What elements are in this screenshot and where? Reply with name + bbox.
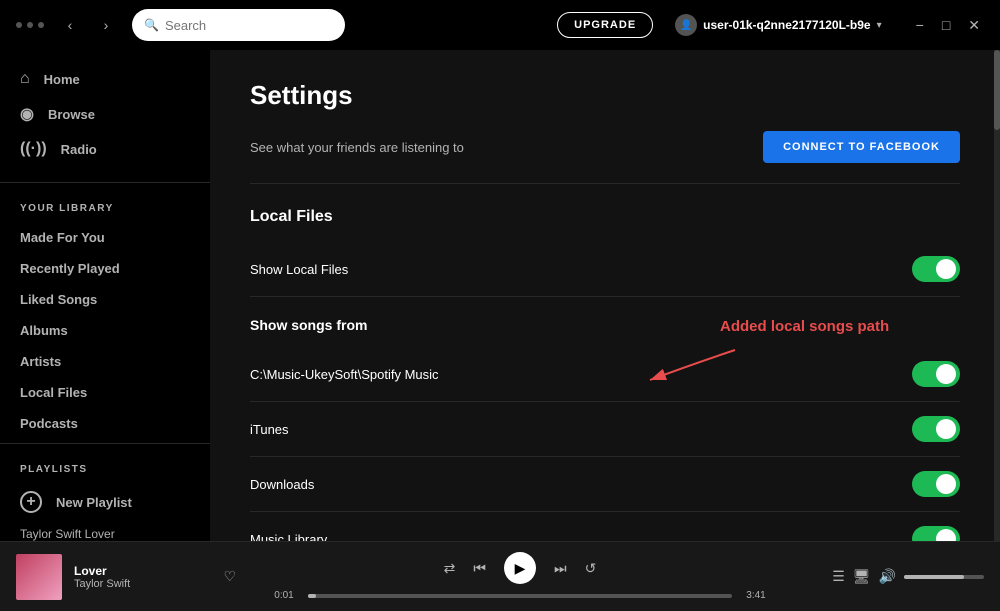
show-local-files-label: Show Local Files (250, 262, 348, 277)
source-label: C:\Music-UkeySoft\Spotify Music (250, 367, 439, 382)
local-files-heading: Local Files (250, 208, 960, 226)
play-pause-button[interactable]: ▶ (504, 552, 536, 584)
source-row-downloads: Downloads (250, 457, 960, 512)
sidebar-item-local-files[interactable]: Local Files (0, 377, 210, 408)
sidebar-item-label: Albums (20, 323, 68, 338)
sidebar-item-radio[interactable]: ((·)) Radio (0, 132, 210, 166)
sidebar-nav: ⌂ Home ◉ Browse ((·)) Radio (0, 50, 210, 178)
scrollbar-thumb[interactable] (994, 50, 1000, 130)
sidebar-item-made-for-you[interactable]: Made For You (0, 222, 210, 253)
player-track-info: Lover Taylor Swift ♡ (16, 554, 236, 600)
page-title: Settings (250, 80, 960, 111)
sidebar-item-label: Liked Songs (20, 292, 97, 307)
avatar: 👤 (675, 14, 697, 36)
sidebar-item-recently-played[interactable]: Recently Played (0, 253, 210, 284)
search-bar[interactable]: 🔍 (132, 9, 345, 41)
minimize-button[interactable]: − (912, 15, 928, 36)
player-right-controls: ☰ 🖥 🔊 (804, 568, 984, 585)
main-layout: ⌂ Home ◉ Browse ((·)) Radio YOUR LIBRARY… (0, 50, 1000, 541)
shuffle-button[interactable]: ⇄ (444, 560, 456, 577)
search-input[interactable] (165, 18, 333, 33)
sidebar: ⌂ Home ◉ Browse ((·)) Radio YOUR LIBRARY… (0, 50, 210, 541)
sidebar-item-label: Browse (48, 107, 95, 122)
show-songs-from-label: Show songs from (250, 317, 960, 333)
sidebar-playlist-taylor-swift[interactable]: Taylor Swift Lover (0, 521, 210, 541)
user-menu[interactable]: 👤 user-01k-q2nne2177120L-b9e ▾ (665, 10, 891, 40)
radio-icon: ((·)) (20, 140, 47, 158)
source-toggle-downloads[interactable] (912, 471, 960, 497)
source-toggle-music-library[interactable] (912, 526, 960, 541)
sidebar-item-liked-songs[interactable]: Liked Songs (0, 284, 210, 315)
sidebar-item-home[interactable]: ⌂ Home (0, 62, 210, 96)
sidebar-item-podcasts[interactable]: Podcasts (0, 408, 210, 439)
current-time: 0:01 (270, 590, 298, 601)
back-button[interactable]: ‹ (56, 11, 84, 39)
volume-bar[interactable] (904, 575, 984, 579)
sidebar-item-label: Made For You (20, 230, 105, 245)
playlists-section-title: PLAYLISTS (0, 448, 210, 483)
source-label-itunes: iTunes (250, 422, 289, 437)
progress-area: 0:01 3:41 (270, 590, 770, 601)
devices-button[interactable]: 🖥 (853, 568, 871, 585)
show-local-files-toggle[interactable] (912, 256, 960, 282)
new-playlist-label: New Playlist (56, 495, 132, 510)
upgrade-button[interactable]: UPGRADE (557, 12, 653, 38)
sidebar-item-label: Radio (61, 142, 97, 157)
plus-circle-icon: + (20, 491, 42, 513)
search-icon: 🔍 (144, 18, 159, 32)
close-button[interactable]: ✕ (964, 15, 984, 36)
sidebar-item-label: Home (44, 72, 80, 87)
username: user-01k-q2nne2177120L-b9e (703, 18, 870, 32)
window-controls: − □ ✕ (912, 15, 984, 36)
control-buttons: ⇄ ⏮ ▶ ⏭ ↺ (444, 552, 597, 584)
facebook-section: See what your friends are listening to C… (250, 131, 960, 184)
sidebar-item-browse[interactable]: ◉ Browse (0, 96, 210, 132)
previous-button[interactable]: ⏮ (473, 560, 486, 577)
sidebar-item-artists[interactable]: Artists (0, 346, 210, 377)
player: Lover Taylor Swift ♡ ⇄ ⏮ ▶ ⏭ ↺ 0:01 3:41… (0, 541, 1000, 611)
track-thumbnail (16, 554, 62, 600)
like-button[interactable]: ♡ (223, 568, 236, 585)
facebook-description: See what your friends are listening to (250, 140, 464, 155)
volume-icon[interactable]: 🔊 (879, 568, 896, 585)
progress-bar[interactable] (308, 594, 732, 598)
forward-button[interactable]: › (92, 11, 120, 39)
queue-button[interactable]: ☰ (832, 568, 845, 585)
scrollbar-track[interactable] (994, 50, 1000, 541)
sidebar-item-albums[interactable]: Albums (0, 315, 210, 346)
connect-facebook-button[interactable]: CONNECT TO FACEBOOK (763, 131, 960, 163)
sidebar-item-label: Podcasts (20, 416, 78, 431)
track-artist: Taylor Swift (74, 578, 211, 590)
volume-fill (904, 575, 964, 579)
library-section-title: YOUR LIBRARY (0, 187, 210, 222)
repeat-button[interactable]: ↺ (585, 560, 597, 577)
sidebar-item-label: Recently Played (20, 261, 120, 276)
track-info: Lover Taylor Swift (74, 564, 211, 590)
window-dots (16, 22, 44, 28)
total-time: 3:41 (742, 590, 770, 601)
new-playlist-button[interactable]: + New Playlist (0, 483, 210, 521)
source-label-music-library: Music Library (250, 532, 327, 542)
source-row-music-library: Music Library (250, 512, 960, 541)
source-row-custom-path: C:\Music-UkeySoft\Spotify Music (250, 347, 960, 402)
source-row-itunes: iTunes (250, 402, 960, 457)
source-toggle-itunes[interactable] (912, 416, 960, 442)
track-name: Lover (74, 564, 211, 578)
progress-fill (308, 594, 316, 598)
browse-icon: ◉ (20, 104, 34, 124)
topbar: ‹ › 🔍 UPGRADE 👤 user-01k-q2nne2177120L-b… (0, 0, 1000, 50)
chevron-down-icon: ▾ (877, 20, 882, 31)
show-local-files-row: Show Local Files (250, 242, 960, 297)
source-toggle-custom[interactable] (912, 361, 960, 387)
next-button[interactable]: ⏭ (554, 560, 567, 577)
sidebar-item-label: Artists (20, 354, 61, 369)
nav-buttons: ‹ › (56, 11, 120, 39)
player-controls: ⇄ ⏮ ▶ ⏭ ↺ 0:01 3:41 (236, 552, 804, 601)
show-songs-section: Show songs from Added local songs path C… (250, 317, 960, 541)
sidebar-item-label: Local Files (20, 385, 87, 400)
settings-content: Settings See what your friends are liste… (210, 50, 1000, 541)
maximize-button[interactable]: □ (938, 15, 954, 36)
home-icon: ⌂ (20, 70, 30, 88)
source-label-downloads: Downloads (250, 477, 314, 492)
